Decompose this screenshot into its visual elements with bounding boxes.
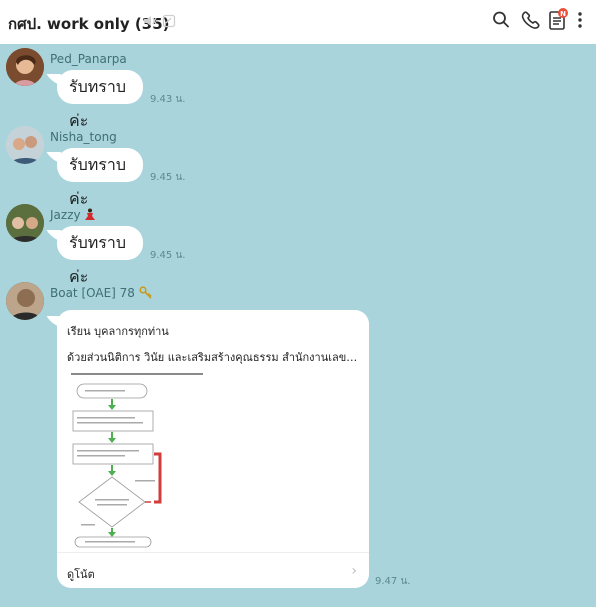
notes-icon[interactable]: N bbox=[548, 7, 570, 31]
message-time: 9.47 น. bbox=[375, 576, 411, 587]
avatar[interactable] bbox=[6, 282, 44, 320]
sender-name-text: Boat [OAE] 78 bbox=[50, 286, 135, 300]
sender-name[interactable]: Jazzy bbox=[50, 208, 96, 222]
dancer-emoji-icon bbox=[85, 208, 96, 220]
view-note-link[interactable]: ดูโน้ต bbox=[67, 565, 95, 583]
sender-name-text: Jazzy bbox=[50, 208, 81, 222]
phone-icon[interactable] bbox=[520, 10, 540, 30]
mute-icon bbox=[144, 16, 157, 26]
note-footer[interactable]: ดูโน้ต › bbox=[57, 552, 369, 588]
svg-text:N: N bbox=[560, 10, 566, 18]
chat-area[interactable]: Ped_Panarpa รับทราบค่ะ 9.43 น. Nisha_ton… bbox=[0, 44, 596, 607]
message-time: 9.43 น. bbox=[150, 94, 186, 105]
note-greeting: เรียน บุคลากรทุกท่าน bbox=[67, 325, 169, 338]
chevron-right-icon: › bbox=[351, 563, 357, 579]
avatar-image bbox=[6, 282, 44, 320]
sender-name[interactable]: Nisha_tong bbox=[50, 130, 117, 144]
message-bubble[interactable]: รับทราบค่ะ bbox=[57, 70, 143, 130]
message-bubble[interactable]: รับทราบค่ะ bbox=[57, 148, 143, 208]
message-time: 9.45 น. bbox=[150, 172, 186, 183]
note-body: ด้วยส่วนนิติการ วินัย และเสริมสร้างคุณธร… bbox=[67, 351, 362, 364]
chat-header: กศป. work only (35) N bbox=[0, 0, 596, 44]
sender-name[interactable]: Boat [OAE] 78 bbox=[50, 286, 152, 300]
avatar-image bbox=[6, 204, 44, 242]
avatar[interactable] bbox=[6, 48, 44, 86]
avatar-image bbox=[6, 48, 44, 86]
avatar-image bbox=[6, 126, 44, 164]
avatar[interactable] bbox=[6, 204, 44, 242]
more-icon[interactable] bbox=[576, 10, 584, 30]
message-time: 9.45 น. bbox=[150, 250, 186, 261]
message-bubble[interactable]: รับทราบค่ะ bbox=[57, 226, 143, 286]
note-card[interactable]: เรียน บุคลากรทุกท่าน ด้วยส่วนนิติการ วิน… bbox=[57, 310, 369, 588]
flowchart-image bbox=[67, 372, 359, 548]
key-emoji-icon bbox=[139, 286, 152, 299]
search-icon[interactable] bbox=[492, 10, 510, 30]
sender-name[interactable]: Ped_Panarpa bbox=[50, 52, 127, 66]
note-icon bbox=[162, 14, 176, 28]
avatar[interactable] bbox=[6, 126, 44, 164]
